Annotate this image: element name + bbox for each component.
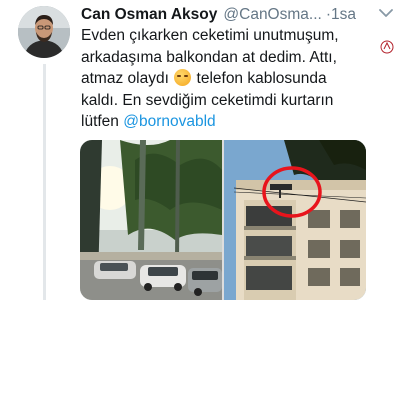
tweet-line: atmaz olaydı telefon kablosunda <box>81 69 327 88</box>
chevron-down-icon[interactable] <box>378 7 394 19</box>
tweet-line: kaldı. En sevdiğim ceketimdi kurtarın <box>81 91 334 109</box>
apartment-balcony-photo[interactable] <box>224 140 366 300</box>
street-trees-cars-photo[interactable] <box>80 140 222 300</box>
tweet-media[interactable] <box>80 140 366 300</box>
mention-link[interactable]: @bornovabld <box>123 113 215 130</box>
timestamp[interactable]: 1sa <box>331 6 356 23</box>
tweet-line: lütfen @bornovabld <box>81 113 216 131</box>
thread-line <box>43 64 46 300</box>
user-handle[interactable]: @CanOsma... <box>223 6 321 23</box>
logo-mark <box>380 40 394 54</box>
tweet-text: Evden çıkarken ceketimi unutmuşum, arkad… <box>81 25 381 133</box>
avatar[interactable] <box>18 6 70 58</box>
tweet-header: Can Osman Aksoy @CanOsma... ·1sa <box>81 5 376 25</box>
user-avatar-icon <box>18 6 70 58</box>
pensive-face-emoji <box>174 69 192 87</box>
display-name[interactable]: Can Osman Aksoy <box>81 6 217 23</box>
tweet-line: arkadaşıma balkondan at dedim. Attı, <box>81 48 337 66</box>
tweet-line: Evden çıkarken ceketimi unutmuşum, <box>81 27 339 44</box>
